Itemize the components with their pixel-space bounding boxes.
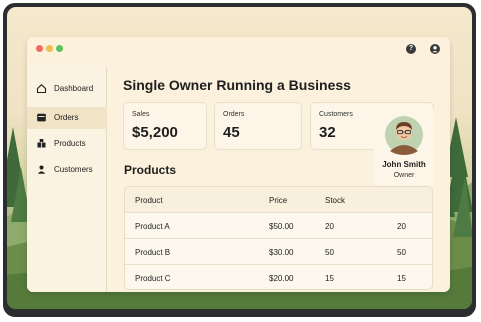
orders-icon	[37, 113, 46, 122]
sidebar-item-customers[interactable]: Customers	[27, 159, 107, 181]
cell-product: Product B	[135, 248, 171, 257]
sidebar-item-label: Dashboard	[54, 84, 94, 93]
header-price: Price	[269, 196, 288, 205]
header-stock: Stock	[325, 196, 346, 205]
products-table: Product Price Stock Product A $50.00 20 …	[124, 186, 433, 290]
cell-price: $30.00	[269, 248, 294, 257]
device-frame: ? Dashboard Orders Products Customers Si…	[3, 3, 476, 317]
table-row[interactable]: Product A $50.00 20 20	[125, 213, 432, 239]
cell-quantity: 50	[397, 248, 406, 257]
cell-stock: 20	[325, 222, 334, 231]
table-row[interactable]: Product C $20.00 15 15	[125, 265, 432, 289]
user-icon[interactable]	[430, 44, 440, 54]
avatar	[385, 116, 423, 155]
app-window: ? Dashboard Orders Products Customers Si…	[27, 37, 450, 292]
cell-quantity: 15	[397, 274, 406, 283]
stat-label: Orders	[223, 111, 245, 118]
sidebar-item-label: Customers	[54, 165, 93, 174]
cell-price: $50.00	[269, 222, 294, 231]
stat-label: Sales	[132, 111, 150, 118]
cell-product: Product C	[135, 274, 171, 283]
stat-value: 32	[319, 124, 336, 141]
owner-name: John Smith	[382, 160, 426, 169]
cell-stock: 15	[325, 274, 334, 283]
sidebar: Dashboard Orders Products Customers	[27, 67, 107, 292]
sidebar-item-label: Products	[54, 139, 86, 148]
window-titlebar: ?	[27, 37, 450, 59]
sidebar-item-orders[interactable]: Orders	[27, 107, 107, 129]
customers-icon	[37, 165, 46, 174]
help-icon[interactable]: ?	[406, 44, 416, 54]
stat-value: 45	[223, 124, 240, 141]
table-header-row: Product Price Stock	[125, 187, 432, 213]
sidebar-item-label: Orders	[54, 113, 79, 122]
maximize-window-button[interactable]	[56, 45, 63, 52]
desktop-background: ? Dashboard Orders Products Customers Si…	[7, 7, 472, 309]
user-glyph	[432, 46, 438, 53]
table-row[interactable]: Product B $30.00 50 50	[125, 239, 432, 265]
owner-profile-card: John Smith Owner	[374, 107, 434, 187]
owner-role: Owner	[393, 172, 415, 179]
close-window-button[interactable]	[36, 45, 43, 52]
home-icon	[36, 84, 47, 94]
stat-card-orders: Orders 45	[214, 102, 302, 150]
stat-value: $5,200	[132, 124, 178, 141]
page-title: Single Owner Running a Business	[123, 77, 351, 93]
sidebar-item-dashboard[interactable]: Dashboard	[27, 78, 107, 100]
products-heading: Products	[124, 163, 177, 177]
cell-product: Product A	[135, 222, 170, 231]
stat-label: Customers	[319, 111, 353, 118]
stat-card-sales: Sales $5,200	[123, 102, 207, 150]
cell-stock: 50	[325, 248, 334, 257]
minimize-window-button[interactable]	[46, 45, 53, 52]
header-product: Product	[135, 196, 163, 205]
cell-quantity: 20	[397, 222, 406, 231]
sidebar-item-products[interactable]: Products	[27, 133, 107, 155]
cell-price: $20.00	[269, 274, 294, 283]
products-icon	[37, 139, 46, 148]
